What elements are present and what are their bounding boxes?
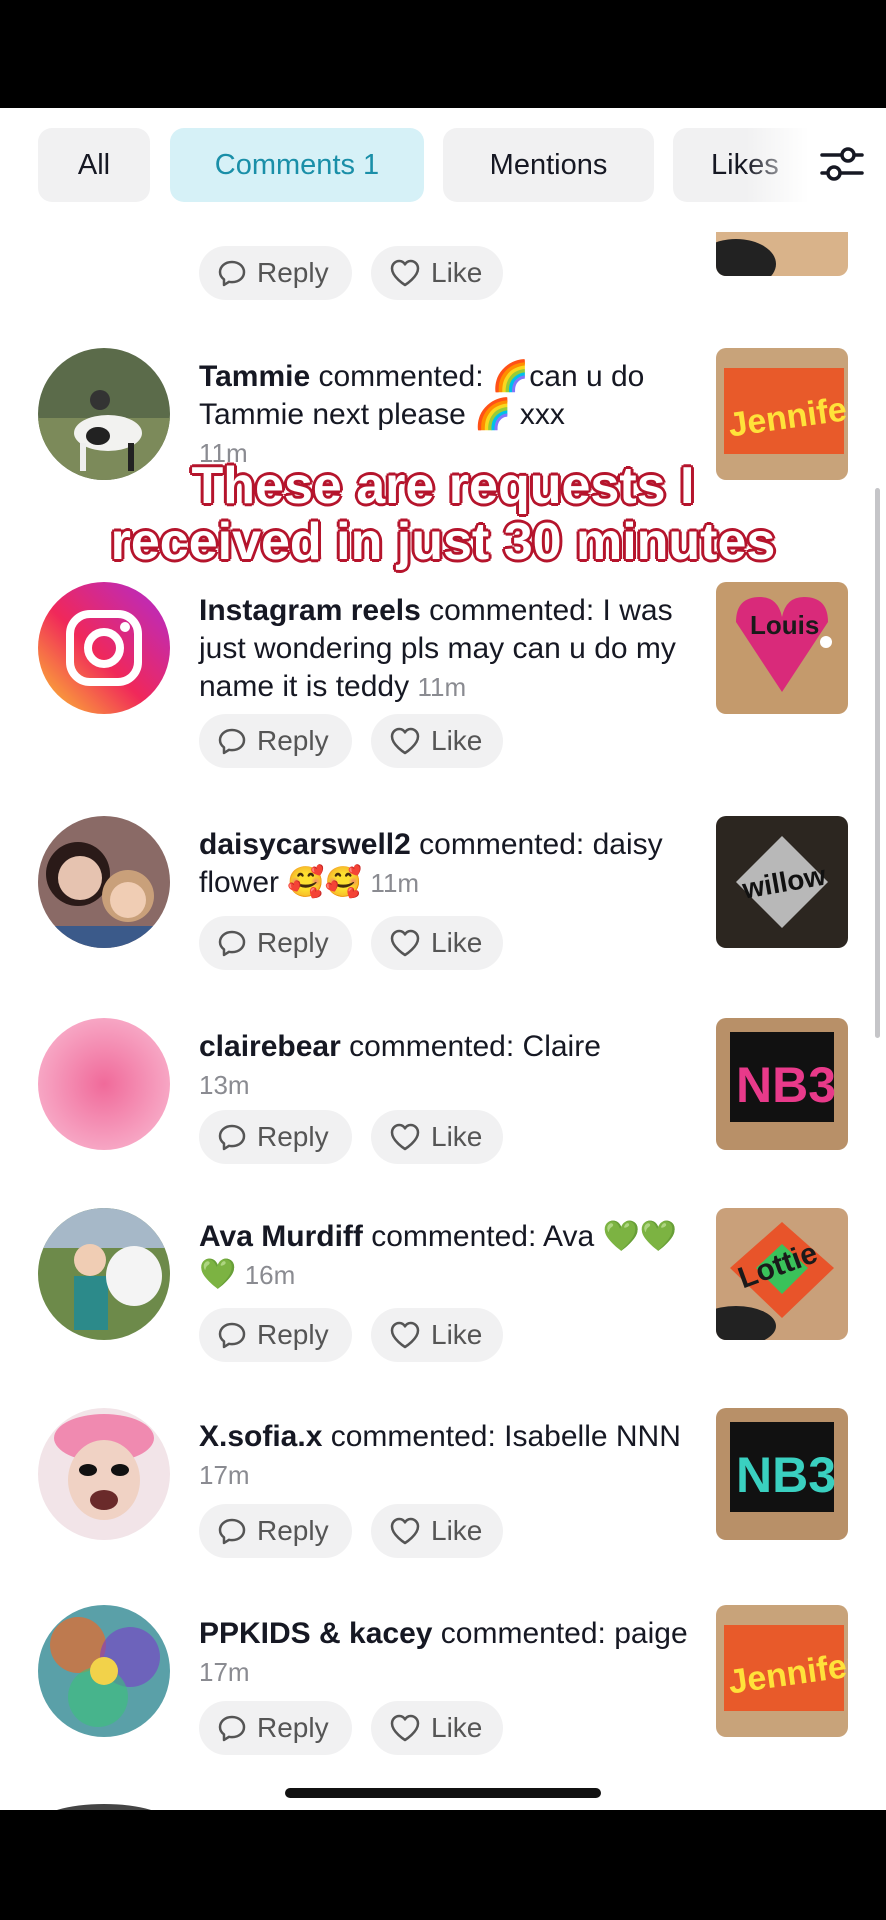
username[interactable]: Ava Murdiff bbox=[199, 1220, 363, 1253]
reply-label: Reply bbox=[257, 1319, 329, 1350]
comment-time: 17m bbox=[199, 1657, 250, 1687]
tab-mentions[interactable]: Mentions bbox=[443, 128, 654, 202]
comment-text: X.sofia.x commented: Isabelle NNN 17m bbox=[199, 1418, 689, 1494]
like-button[interactable]: Like bbox=[371, 714, 503, 768]
like-label: Like bbox=[431, 1712, 483, 1743]
svg-text:NB3: NB3 bbox=[736, 1447, 836, 1503]
comment-text: clairebear commented: Claire 13m bbox=[199, 1028, 689, 1104]
comment-verb: commented: bbox=[429, 594, 595, 627]
video-thumbnail[interactable]: willow bbox=[716, 816, 848, 948]
like-label: Like bbox=[431, 1515, 483, 1546]
comment-text: Tammie commented: 🌈can u do Tammie next … bbox=[199, 358, 689, 472]
comment-time: 13m bbox=[199, 1070, 250, 1100]
reply-label: Reply bbox=[257, 927, 329, 958]
home-indicator[interactable] bbox=[285, 1788, 601, 1798]
comment-verb: commented: bbox=[440, 1617, 606, 1650]
reply-button[interactable]: Reply bbox=[199, 1504, 352, 1558]
comment-verb: commented: bbox=[419, 828, 585, 861]
video-thumbnail[interactable]: Louis bbox=[716, 582, 848, 714]
like-label: Like bbox=[431, 1121, 483, 1152]
svg-text:Louis: Louis bbox=[750, 610, 819, 640]
username[interactable]: Instagram reels bbox=[199, 594, 421, 627]
like-button[interactable]: Like bbox=[371, 1504, 503, 1558]
like-button[interactable]: Like bbox=[371, 1701, 503, 1755]
tab-all[interactable]: All bbox=[38, 128, 150, 202]
comment-message: Isabelle NNN bbox=[504, 1420, 681, 1453]
reply-label: Reply bbox=[257, 257, 329, 288]
reply-label: Reply bbox=[257, 1121, 329, 1152]
avatar[interactable] bbox=[38, 1804, 170, 1810]
like-button[interactable]: Like bbox=[371, 916, 503, 970]
svg-text:NB3: NB3 bbox=[736, 1057, 836, 1113]
like-button[interactable]: Like bbox=[371, 246, 503, 300]
caption-overlay: These are requests I received in just 30… bbox=[0, 458, 886, 570]
avatar[interactable] bbox=[38, 1208, 170, 1340]
comment-verb: commented: bbox=[330, 1420, 496, 1453]
username[interactable]: X.sofia.x bbox=[199, 1420, 322, 1453]
avatar[interactable] bbox=[38, 582, 170, 714]
avatar[interactable] bbox=[38, 1408, 170, 1540]
scrollbar[interactable] bbox=[875, 488, 880, 1038]
username[interactable]: clairebear bbox=[199, 1030, 341, 1063]
comment-time: 17m bbox=[199, 1460, 250, 1490]
like-button[interactable]: Like bbox=[371, 1308, 503, 1362]
reply-label: Reply bbox=[257, 1515, 329, 1546]
reply-button[interactable]: Reply bbox=[199, 1110, 352, 1164]
comment-message: paige bbox=[614, 1617, 688, 1650]
like-label: Like bbox=[431, 927, 483, 958]
like-label: Like bbox=[431, 1319, 483, 1350]
avatar[interactable] bbox=[38, 816, 170, 948]
comment-verb: commented: bbox=[349, 1030, 515, 1063]
reply-button[interactable]: Reply bbox=[199, 916, 352, 970]
reply-button[interactable]: Reply bbox=[199, 1701, 352, 1755]
filter-icon[interactable] bbox=[820, 146, 864, 182]
comment-time: 16m bbox=[244, 1260, 296, 1290]
video-thumbnail[interactable]: NB3 bbox=[716, 1408, 848, 1540]
filter-tabs: All Comments 1 Mentions Likes bbox=[0, 108, 886, 232]
comment-text: Ava Murdiff commented: Ava 💚💚💚 16m bbox=[199, 1218, 689, 1294]
reply-label: Reply bbox=[257, 1712, 329, 1743]
comment-time: 11m bbox=[370, 868, 420, 898]
comment-time: 11m bbox=[417, 672, 467, 702]
reply-button[interactable]: Reply bbox=[199, 1308, 352, 1362]
caption-line-2: received in just 30 minutes bbox=[110, 513, 776, 571]
tabs-fade bbox=[746, 118, 886, 218]
comment-text: daisycarswell2 commented: daisy flower 🥰… bbox=[199, 826, 689, 902]
like-label: Like bbox=[431, 257, 483, 288]
username[interactable]: daisycarswell2 bbox=[199, 828, 411, 861]
notifications-screen: All Comments 1 Mentions Likes Reply Like bbox=[0, 108, 886, 1810]
comment-verb: commented: bbox=[371, 1220, 537, 1253]
reply-label: Reply bbox=[257, 725, 329, 756]
reply-button[interactable]: Reply bbox=[199, 714, 352, 768]
video-thumbnail[interactable]: Lottie bbox=[716, 1208, 848, 1340]
like-button[interactable]: Like bbox=[371, 1110, 503, 1164]
caption-line-1: These are requests I bbox=[191, 457, 695, 515]
avatar[interactable] bbox=[38, 1018, 170, 1150]
comment-message: Claire bbox=[522, 1030, 601, 1063]
comment-verb: commented: bbox=[318, 360, 484, 393]
avatar[interactable] bbox=[38, 1605, 170, 1737]
tab-comments[interactable]: Comments 1 bbox=[170, 128, 424, 202]
comment-text: PPKIDS & kacey commented: paige 17m bbox=[199, 1615, 689, 1691]
username[interactable]: Tammie bbox=[199, 360, 310, 393]
video-thumbnail[interactable]: Jennifer bbox=[716, 1605, 848, 1737]
video-thumbnail[interactable]: NB3 bbox=[716, 1018, 848, 1150]
reply-button[interactable]: Reply bbox=[199, 246, 352, 300]
username[interactable]: PPKIDS & kacey bbox=[199, 1617, 432, 1650]
like-label: Like bbox=[431, 725, 483, 756]
comment-text: Instagram reels commented: I was just wo… bbox=[199, 592, 689, 706]
